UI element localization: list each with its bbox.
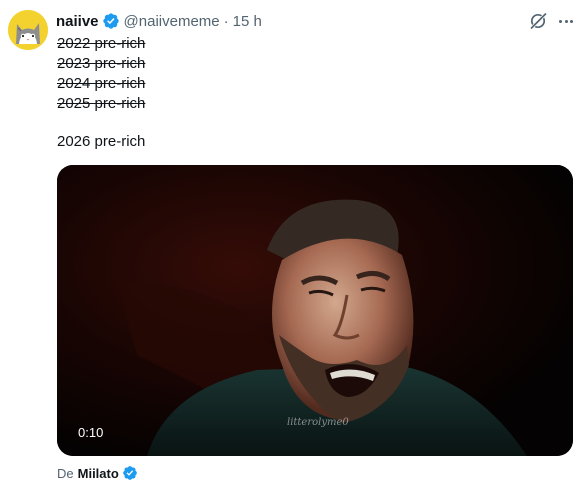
post-time[interactable]: 15 h <box>233 13 262 30</box>
attribution-prefix: De <box>57 465 74 481</box>
video-frame <box>57 165 573 456</box>
more-icon-dot <box>570 19 573 23</box>
author-name[interactable]: naiive <box>56 13 99 30</box>
video-watermark: litterolyme0 <box>287 417 349 428</box>
verified-badge-icon <box>122 466 137 480</box>
main-line: 2026 pre-rich <box>57 133 146 150</box>
video-player[interactable] <box>57 165 573 456</box>
more-icon-dot <box>559 19 562 23</box>
avatar[interactable] <box>8 10 48 50</box>
grok-icon <box>530 12 547 30</box>
more-icon-dot <box>564 19 568 23</box>
cat-avatar-icon <box>8 10 48 50</box>
struck-line: 2025 pre-rich <box>57 95 146 112</box>
struck-line: 2022 pre-rich <box>57 35 146 52</box>
attribution-source-link[interactable]: Miilato <box>78 466 119 481</box>
post-text: 2022 pre-rich 2023 pre-rich 2024 pre-ric… <box>57 34 146 150</box>
struck-line: 2023 pre-rich <box>57 55 146 72</box>
grok-button[interactable] <box>528 11 548 31</box>
video-duration: 0:10 <box>78 425 104 440</box>
author-handle[interactable]: @naiivememe <box>124 13 220 30</box>
struck-line: 2024 pre-rich <box>57 75 146 92</box>
separator-dot: · <box>223 12 229 30</box>
post-header: naiive @naiivememe · 15 h <box>56 11 262 31</box>
verified-badge-icon <box>102 13 119 29</box>
media-attribution: De Miilato <box>57 464 138 482</box>
more-button[interactable] <box>556 11 576 31</box>
